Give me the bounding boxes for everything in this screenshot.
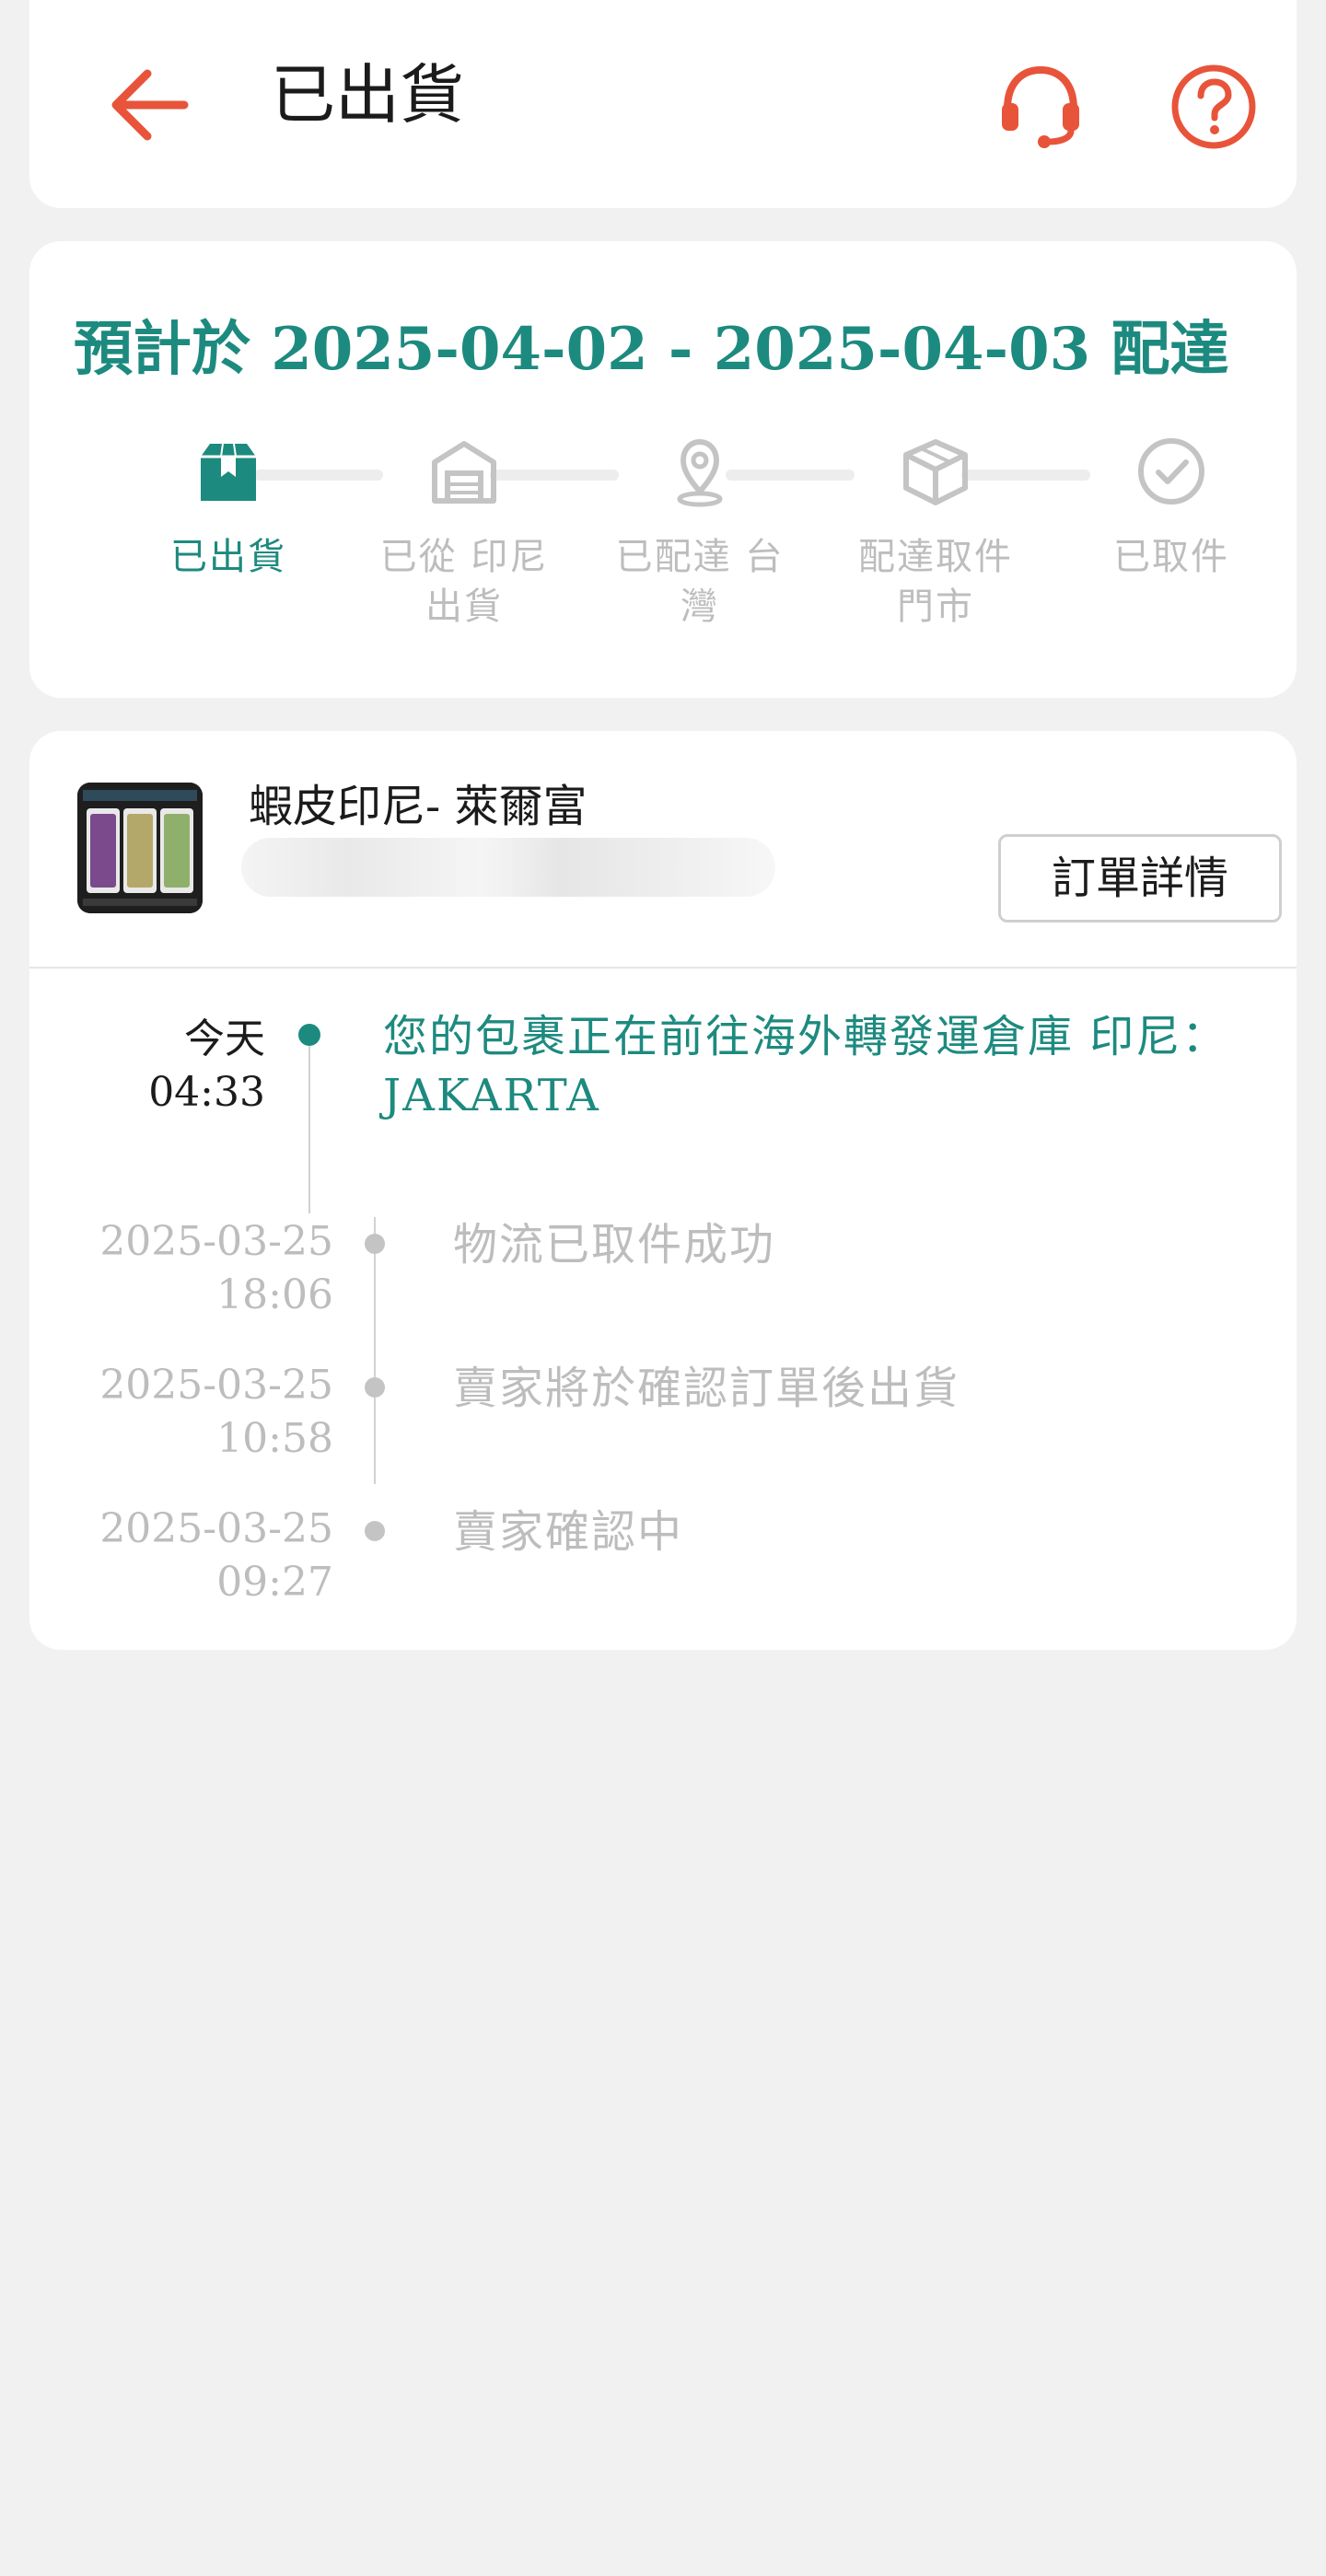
timeline-dot [365,1377,385,1398]
timeline-date: 2025-03-25 [99,1218,333,1265]
progress-steps: 已出貨 已從 印尼 出貨 已配達 台 灣 配達取件 門市 已取件 [29,435,1297,656]
question-circle-icon [1171,64,1256,149]
estimated-delivery: 預計於 2025-04-02 - 2025-04-03 配達 [74,315,1229,384]
timeline-date: 2025-03-25 [99,1362,333,1409]
step-picked-up: 已取件 [1061,435,1282,582]
box-icon [903,439,968,505]
help-button[interactable] [1168,61,1260,153]
timeline-event: 賣家將於確認訂單後出貨 [453,1363,960,1414]
step-arrived-destination: 已配達 台 灣 [589,435,810,632]
step-label: 已配達 台 [615,536,785,578]
tracking-card: 蝦皮印尼- 萊爾富 訂單詳情 今天 04:33 您的包裹正在前往海外轉發運倉庫 … [29,731,1297,1650]
timeline-line [374,1217,376,1484]
delivery-status-card: 預計於 2025-04-02 - 2025-04-03 配達 已出貨 已從 印尼… [29,241,1297,698]
step-label: 已取件 [1113,536,1229,578]
step-label: 灣 [680,586,719,628]
timeline-dot-active [298,1024,320,1046]
timeline-dot [365,1234,385,1254]
product-image [77,783,203,913]
timeline-event: 賣家確認中 [453,1506,684,1558]
shop-name: 蝦皮印尼- 萊爾富 [249,781,587,832]
back-button[interactable] [103,61,195,149]
timeline-time: 2025-03-25 09:27 [66,1503,333,1609]
redacted-order-info [241,838,775,897]
step-label: 已從 印尼 [379,536,549,578]
timeline-clock: 10:58 [216,1415,333,1462]
page-title: 已出貨 [271,57,464,133]
step-label: 出貨 [425,586,503,628]
timeline-clock: 04:33 [148,1069,265,1116]
step-departed-origin: 已從 印尼 出貨 [354,435,575,632]
step-at-pickup-store: 配達取件 門市 [825,435,1046,632]
product-thumbnail [77,783,203,913]
timeline-date: 2025-03-25 [99,1505,333,1552]
step-shipped: 已出貨 [118,435,339,582]
step-label: 已出貨 [170,536,286,578]
timeline-line [308,1046,310,1213]
package-icon [201,443,256,501]
timeline-date: 今天 [184,1015,265,1062]
timeline-clock: 09:27 [216,1559,333,1606]
timeline-time: 今天 04:33 [85,1013,265,1120]
map-pin-icon [677,439,723,507]
timeline-event: 您的包裹正在前往海外轉發運倉庫 印尼：JAKARTA [383,1011,1228,1121]
order-details-button[interactable]: 訂單詳情 [998,834,1282,922]
headset-icon [1002,65,1079,148]
divider [29,967,1297,969]
timeline-time: 2025-03-25 18:06 [66,1215,333,1322]
customer-service-button[interactable] [994,63,1087,149]
top-bar: 已出貨 [29,0,1297,208]
timeline-dot [365,1521,385,1541]
step-label: 門市 [897,586,974,628]
check-circle-icon [1138,438,1204,505]
step-label: 配達取件 [858,536,1013,578]
timeline-clock: 18:06 [216,1271,333,1318]
timeline-event: 物流已取件成功 [453,1219,776,1271]
warehouse-icon [432,441,496,504]
arrow-left-icon [111,69,189,141]
timeline-time: 2025-03-25 10:58 [66,1359,333,1466]
